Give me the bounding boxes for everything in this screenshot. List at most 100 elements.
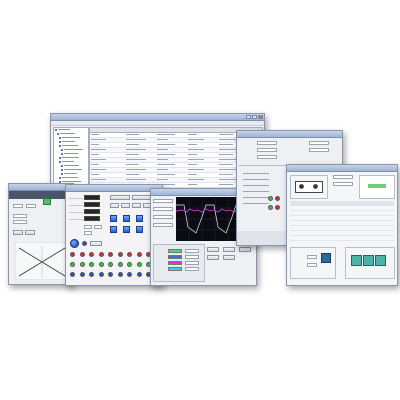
table-cell xyxy=(156,173,187,177)
channel-table[interactable] xyxy=(290,201,394,241)
channel-swatch-green[interactable] xyxy=(168,249,182,253)
tree-node-label xyxy=(62,177,78,178)
scope-button-1[interactable] xyxy=(207,247,219,252)
blue-toggle-4[interactable] xyxy=(110,226,117,233)
controls-titlebar[interactable] xyxy=(66,185,162,192)
maximize-icon[interactable] xyxy=(252,115,257,119)
status-led xyxy=(98,272,104,277)
output-field-2[interactable] xyxy=(307,263,317,267)
right-top-titlebar[interactable] xyxy=(237,131,342,138)
table-cell xyxy=(125,148,156,152)
table-row[interactable] xyxy=(290,236,394,241)
minimize-icon[interactable] xyxy=(246,115,251,119)
blue-toggle-3[interactable] xyxy=(136,215,143,222)
tree-node-icon xyxy=(61,152,63,155)
param-field-4[interactable] xyxy=(309,141,329,145)
indicator-tile-2 xyxy=(363,255,374,266)
param-field-5[interactable] xyxy=(309,148,329,152)
output-field-1[interactable] xyxy=(307,255,317,259)
xy-plot xyxy=(15,242,69,280)
param-field-1[interactable] xyxy=(257,141,277,145)
action-button-1[interactable] xyxy=(13,230,23,235)
table-cell xyxy=(90,143,125,147)
setpoint-field-1[interactable] xyxy=(84,225,92,229)
tree-node-icon xyxy=(61,172,63,175)
channel-swatch-blue[interactable] xyxy=(168,255,182,259)
blue-toggle-2[interactable] xyxy=(123,215,130,222)
setpoint-field-2[interactable] xyxy=(94,225,102,229)
action-button-2[interactable] xyxy=(25,230,35,235)
param-field-3[interactable] xyxy=(257,155,277,159)
numeric-field-1[interactable] xyxy=(13,214,27,218)
scope-param-2[interactable] xyxy=(153,207,173,211)
scope-param-4[interactable] xyxy=(153,223,173,227)
mode-button-3[interactable] xyxy=(110,203,119,208)
status-led xyxy=(117,252,123,257)
left-small-titlebar[interactable] xyxy=(9,184,73,191)
tree-node-label xyxy=(62,137,80,138)
table-cell xyxy=(90,178,125,182)
tree-node-label xyxy=(58,129,70,130)
table-cell xyxy=(90,133,125,137)
status-led xyxy=(89,252,94,257)
scope-param-1[interactable] xyxy=(153,199,173,203)
table-cell xyxy=(156,158,187,162)
status-led xyxy=(127,252,132,257)
rate-select[interactable] xyxy=(333,182,353,186)
status-led xyxy=(117,272,123,277)
setpoint-field-3[interactable] xyxy=(84,231,92,235)
start-button[interactable] xyxy=(90,241,102,246)
table-cell xyxy=(156,163,187,167)
table-cell xyxy=(90,163,125,167)
right-main-titlebar[interactable] xyxy=(287,165,397,172)
table-cell xyxy=(187,163,218,167)
scope-button-3[interactable] xyxy=(223,247,235,252)
status-led xyxy=(108,272,113,277)
tree-node-icon xyxy=(59,156,61,159)
status-led-red-a xyxy=(275,196,280,201)
tree-node-icon xyxy=(57,132,59,135)
table-cell xyxy=(156,143,187,147)
scope-button-5[interactable] xyxy=(239,247,251,252)
led-grid xyxy=(70,252,158,282)
menu-bar xyxy=(51,121,264,126)
timing-graph xyxy=(359,175,395,199)
mode-button-4[interactable] xyxy=(121,203,130,208)
scope-button-4[interactable] xyxy=(223,255,235,260)
table-cell xyxy=(125,163,156,167)
table-cell xyxy=(187,133,218,137)
blue-toggle-6[interactable] xyxy=(136,226,143,233)
close-icon[interactable] xyxy=(258,115,263,119)
status-led xyxy=(70,252,75,257)
mode-select[interactable] xyxy=(333,175,353,179)
value-field-2[interactable] xyxy=(26,204,36,208)
mode-button-2[interactable] xyxy=(132,195,152,200)
channel-value-3[interactable] xyxy=(185,261,199,265)
channel-swatch-magenta[interactable] xyxy=(168,261,182,265)
channel-value-4[interactable] xyxy=(185,267,199,271)
back-table-titlebar[interactable] xyxy=(51,114,264,121)
blue-toggle-1[interactable] xyxy=(110,215,117,222)
channel-panel xyxy=(153,244,205,282)
scope-param-3[interactable] xyxy=(153,215,173,219)
channel-swatch-cyan[interactable] xyxy=(168,267,182,271)
status-led-blue xyxy=(82,241,87,246)
scope-button-2[interactable] xyxy=(207,255,219,260)
value-field-1[interactable] xyxy=(13,204,23,208)
mode-button-5[interactable] xyxy=(132,203,141,208)
tree-node-label xyxy=(64,165,79,166)
param-field-2[interactable] xyxy=(257,148,277,152)
mode-button-1[interactable] xyxy=(110,195,130,200)
tree-node-label xyxy=(64,173,77,174)
blue-toggle-5[interactable] xyxy=(123,226,130,233)
table-cell xyxy=(125,158,156,162)
display-1 xyxy=(84,195,100,200)
table-cell xyxy=(156,133,187,137)
table-cell xyxy=(187,158,218,162)
table-cell xyxy=(156,168,187,172)
numeric-field-2[interactable] xyxy=(13,220,27,224)
indicator-tile-1 xyxy=(351,255,362,266)
channel-value-1[interactable] xyxy=(185,249,199,253)
knob-icon[interactable] xyxy=(70,239,79,248)
channel-value-2[interactable] xyxy=(185,255,199,259)
